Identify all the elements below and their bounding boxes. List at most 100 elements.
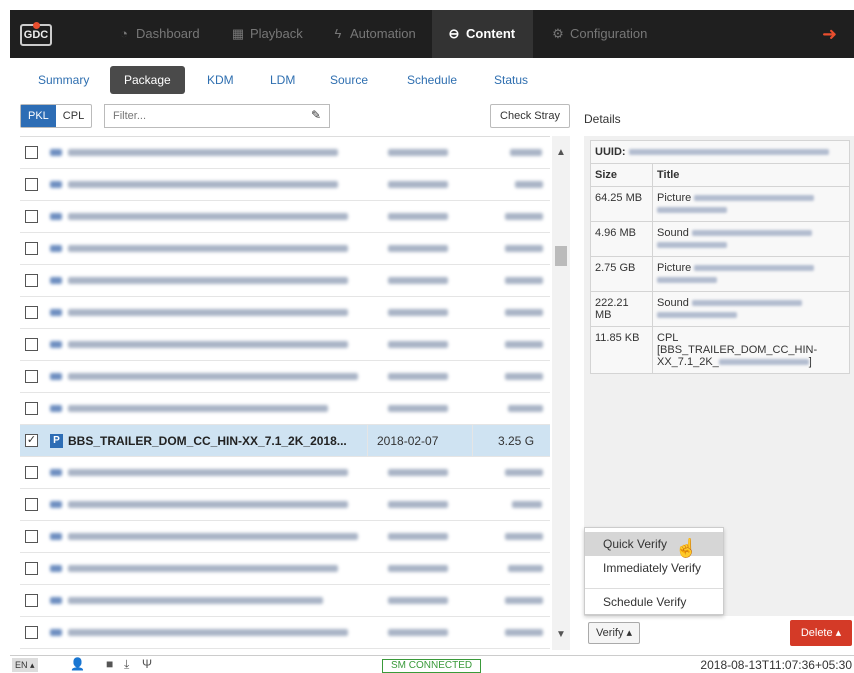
- row-checkbox[interactable]: [25, 146, 38, 159]
- logo-dot: [33, 22, 40, 29]
- language-selector[interactable]: EN ▴: [12, 658, 38, 672]
- download-icon: ⤓: [124, 657, 130, 671]
- scroll-down-icon[interactable]: ▼: [552, 626, 570, 644]
- asset-title-redacted: [691, 230, 812, 237]
- row-checkbox[interactable]: [25, 562, 38, 575]
- tab-ldm[interactable]: LDM: [270, 66, 295, 94]
- row-checkbox[interactable]: [25, 242, 38, 255]
- tab-status[interactable]: Status: [494, 66, 528, 94]
- title-header: Title: [652, 163, 850, 187]
- row-checkbox[interactable]: [25, 594, 38, 607]
- table-row[interactable]: [20, 489, 550, 521]
- asset-title-redacted: [657, 277, 717, 284]
- menu-divider: [585, 588, 723, 589]
- table-row[interactable]: [20, 457, 550, 489]
- row-checkbox[interactable]: [25, 402, 38, 415]
- column-divider: [472, 425, 473, 457]
- immediately-verify-menu-item[interactable]: Immediately Verify: [585, 556, 723, 580]
- uuid-value-redacted: [628, 149, 829, 156]
- table-row[interactable]: [20, 169, 550, 201]
- sign-out-icon[interactable]: ➜: [822, 24, 842, 44]
- details-row: 222.21 MB Sound: [590, 291, 850, 327]
- table-row[interactable]: [20, 233, 550, 265]
- table-row[interactable]: [20, 201, 550, 233]
- table-row[interactable]: [20, 393, 550, 425]
- drive-icon: ⊖: [448, 26, 460, 41]
- eraser-icon[interactable]: ✎: [311, 108, 321, 122]
- asset-title-redacted: [657, 312, 737, 319]
- user-icon[interactable]: 👤: [70, 657, 85, 671]
- table-row[interactable]: [20, 297, 550, 329]
- table-row[interactable]: [20, 361, 550, 393]
- nav-configuration-label: Configuration: [570, 26, 648, 41]
- tab-package[interactable]: Package: [110, 66, 185, 94]
- table-row[interactable]: [20, 585, 550, 617]
- nav-dashboard[interactable]: ◔ Dashboard: [116, 10, 200, 58]
- row-checkbox[interactable]: [25, 338, 38, 351]
- row-checkbox[interactable]: [25, 306, 38, 319]
- row-checkbox[interactable]: [25, 274, 38, 287]
- row-checkbox[interactable]: [25, 370, 38, 383]
- row-checkbox[interactable]: [25, 498, 38, 511]
- scroll-up-icon[interactable]: ▲: [552, 144, 570, 162]
- verify-button[interactable]: Verify ▴: [588, 622, 640, 644]
- tab-schedule[interactable]: Schedule: [407, 66, 457, 94]
- tab-source[interactable]: Source: [330, 66, 368, 94]
- package-size: 3.25 G: [498, 434, 535, 448]
- package-badge: P: [50, 434, 63, 448]
- row-checkbox[interactable]: [25, 530, 38, 543]
- table-row[interactable]: [20, 617, 550, 649]
- table-row[interactable]: [20, 329, 550, 361]
- table-scrollbar[interactable]: ▲ ▼: [552, 136, 570, 650]
- asset-title-cell: Sound: [652, 291, 850, 327]
- nav-content-label: Content: [466, 26, 516, 41]
- asset-title-redacted: [691, 300, 802, 307]
- asset-title-redacted: [657, 242, 727, 249]
- film-icon: ▦: [231, 26, 245, 41]
- scroll-thumb[interactable]: [555, 246, 567, 266]
- quick-verify-menu-item[interactable]: Quick Verify: [585, 532, 723, 556]
- asset-type: Sound: [657, 297, 689, 309]
- nav-automation[interactable]: ϟ Automation: [330, 10, 416, 58]
- pkl-toggle-button[interactable]: PKL: [21, 105, 56, 127]
- table-row[interactable]: [20, 137, 550, 169]
- schedule-verify-menu-item[interactable]: Schedule Verify: [585, 590, 723, 614]
- check-stray-button[interactable]: Check Stray: [490, 104, 570, 128]
- asset-size: 11.85 KB: [590, 326, 653, 374]
- verify-dropdown-menu: Quick Verify Immediately Verify Schedule…: [584, 527, 724, 615]
- nav-playback-label: Playback: [250, 26, 303, 41]
- nav-configuration[interactable]: ⚙ Configuration: [550, 10, 647, 58]
- cpl-title-redacted: [718, 359, 809, 366]
- asset-type: Picture: [657, 262, 692, 274]
- hand-cursor-icon: ☝: [675, 538, 698, 558]
- row-checkbox[interactable]: [25, 466, 38, 479]
- cpl-toggle-button[interactable]: CPL: [56, 105, 91, 127]
- table-row[interactable]: [20, 265, 550, 297]
- gears-icon: ⚙: [552, 26, 564, 41]
- row-checkbox-checked[interactable]: ✓: [25, 434, 38, 447]
- gdc-logo[interactable]: GDC: [20, 22, 52, 46]
- status-footer: EN ▴ 👤 ■ ⤓ Ψ SM CONNECTED 2018-08-13T11:…: [10, 655, 854, 673]
- package-date: 2018-02-07: [377, 434, 439, 448]
- row-checkbox[interactable]: [25, 626, 38, 639]
- nav-content[interactable]: ⊖ Content: [432, 10, 534, 58]
- asset-size: 4.96 MB: [590, 221, 653, 257]
- table-row[interactable]: [20, 521, 550, 553]
- nav-playback[interactable]: ▦ Playback: [230, 10, 303, 58]
- tab-kdm[interactable]: KDM: [207, 66, 234, 94]
- nav-dashboard-label: Dashboard: [136, 26, 200, 41]
- nav-automation-label: Automation: [350, 26, 416, 41]
- uuid-label: UUID:: [595, 146, 626, 158]
- filter-input[interactable]: [105, 105, 285, 127]
- sm-connection-status: SM CONNECTED: [382, 659, 482, 673]
- row-checkbox[interactable]: [25, 178, 38, 191]
- row-checkbox[interactable]: [25, 210, 38, 223]
- tab-summary[interactable]: Summary: [38, 66, 89, 94]
- delete-button[interactable]: Delete ▴: [790, 620, 852, 646]
- asset-title-redacted: [657, 207, 727, 214]
- table-row[interactable]: [20, 553, 550, 585]
- table-row-selected[interactable]: ✓ P BBS_TRAILER_DOM_CC_HIN-XX_7.1_2K_201…: [20, 425, 550, 457]
- details-row: 2.75 GB Picture: [590, 256, 850, 292]
- usb-icon: Ψ: [142, 657, 153, 671]
- current-timestamp: 2018-08-13T11:07:36+05:30: [700, 658, 852, 672]
